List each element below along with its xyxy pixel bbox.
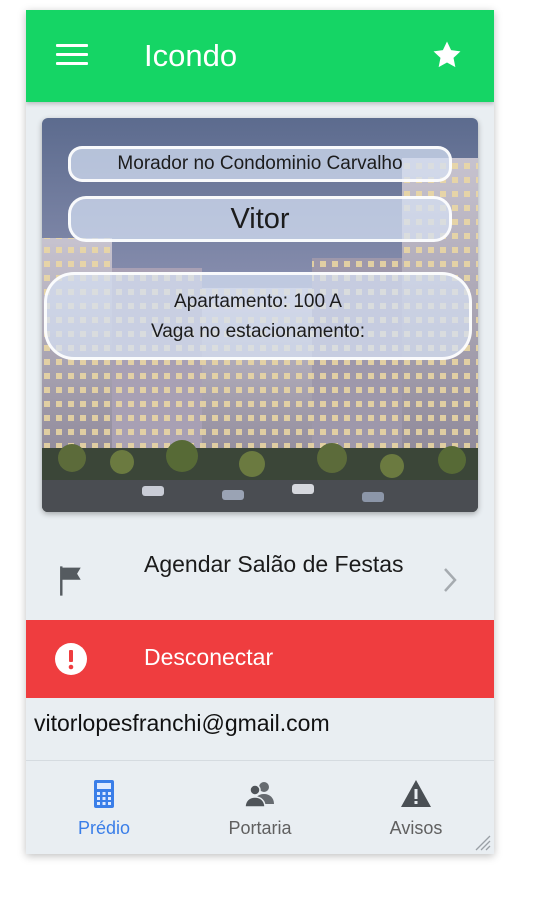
resident-info-box: Apartamento: 100 A Vaga no estacionament…: [44, 272, 472, 360]
tab-avisos[interactable]: Avisos: [338, 762, 494, 854]
tab-portaria[interactable]: Portaria: [182, 762, 338, 854]
people-icon: [244, 782, 274, 808]
app-title: Icondo: [144, 38, 238, 73]
schedule-party-room-label: Agendar Salão de Festas: [144, 551, 404, 577]
logout-label: Desconectar: [144, 644, 274, 670]
bottom-tab-bar: Prédio Portaria Avisos: [26, 762, 494, 854]
profile-card: Morador no Condominio Carvalho Vitor Apa…: [42, 118, 478, 512]
alert-circle-icon: [55, 643, 87, 675]
schedule-party-room-item[interactable]: Agendar Salão de Festas: [26, 536, 494, 620]
condominium-label: Morador no Condominio Carvalho: [68, 146, 452, 182]
warning-triangle-icon: [401, 780, 431, 807]
tab-predio-label: Prédio: [77, 818, 131, 838]
menu-icon[interactable]: [56, 44, 88, 68]
resize-handle-icon[interactable]: [472, 832, 492, 852]
divider: [26, 760, 494, 761]
chevron-right-icon: [444, 568, 457, 592]
top-app-bar: Icondo: [26, 10, 494, 102]
tab-portaria-label: Portaria: [228, 818, 292, 838]
logout-button[interactable]: Desconectar: [26, 620, 494, 698]
resident-name: Vitor: [68, 196, 452, 242]
tab-predio[interactable]: Prédio: [26, 762, 182, 854]
tab-avisos-label: Avisos: [389, 818, 443, 838]
account-email: vitorlopesfranchi@gmail.com: [34, 710, 330, 736]
app-window: Icondo Morador no Condominio Carvalho Vi…: [26, 10, 494, 854]
star-icon[interactable]: [430, 38, 464, 72]
flag-icon: [60, 566, 81, 596]
parking-label: Vaga no estacionamento:: [150, 321, 366, 342]
apartment-label: Apartamento: 100 A: [174, 291, 342, 312]
calculator-icon: [94, 780, 114, 808]
